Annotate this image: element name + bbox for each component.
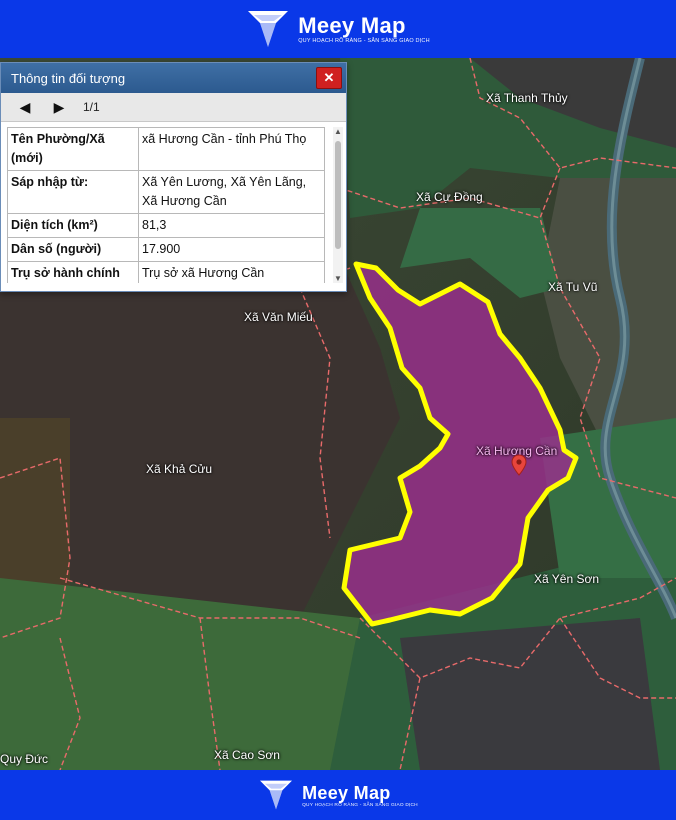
row-value: xã Hương Cần - tỉnh Phú Thọ (138, 127, 325, 171)
scroll-down-icon[interactable]: ▼ (334, 274, 342, 283)
map-label-thanh-thuy: Xã Thanh Thủy (486, 91, 568, 105)
row-value: Trụ sở xã Hương Cần (138, 261, 325, 283)
row-key: Diện tích (km²) (7, 213, 139, 238)
next-arrow-icon[interactable]: ▶ (49, 97, 69, 117)
panel-pagination: ◀ ▶ 1/1 (1, 93, 346, 122)
map-label-cu-dong: Xã Cự Đồng (416, 190, 483, 204)
map-label-kha-cuu: Xã Khả Cửu (146, 462, 213, 476)
close-button[interactable]: ✕ (316, 67, 342, 89)
panel-title: Thông tin đối tượng (11, 70, 126, 86)
map-label-cao-son: Xã Cao Sơn (214, 748, 280, 762)
brand-logo[interactable]: Meey Map QUY HOẠCH RÕ RÀNG - SẴN SÀNG GI… (246, 9, 430, 49)
brand-name: Meey Map (298, 13, 406, 38)
scroll-up-icon[interactable]: ▲ (334, 127, 342, 136)
info-table: Tên Phường/Xã (mới) xã Hương Cần - tỉnh … (7, 127, 325, 283)
header-brand-bar: Meey Map QUY HOẠCH RÕ RÀNG - SẴN SÀNG GI… (0, 0, 676, 58)
meey-logo-icon (248, 11, 289, 47)
table-row: Diện tích (km²) 81,3 (7, 213, 325, 238)
brand-tagline: QUY HOẠCH RÕ RÀNG - SẴN SÀNG GIAO DỊCH (302, 802, 418, 808)
prev-arrow-icon[interactable]: ◀ (15, 97, 35, 117)
map-label-yen-son: Xã Yên Sơn (534, 572, 600, 586)
object-info-panel: Thông tin đối tượng ✕ ◀ ▶ 1/1 Tên Phường… (0, 62, 347, 292)
row-value: Xã Yên Lương, Xã Yên Lãng, Xã Hương Cần (138, 170, 325, 214)
row-value: 17.900 (138, 237, 325, 262)
brand-name: Meey Map (302, 782, 391, 803)
table-row: Dân số (người) 17.900 (7, 237, 325, 262)
scroll-thumb[interactable] (335, 141, 341, 249)
brand-tagline: QUY HOẠCH RÕ RÀNG - SẴN SÀNG GIAO DỊCH (298, 38, 430, 44)
table-row: Trụ sở hành chính (mới) Trụ sở xã Hương … (7, 261, 325, 283)
row-key: Trụ sở hành chính (mới) (7, 261, 139, 283)
row-key: Sáp nhập từ: (7, 170, 139, 214)
meey-logo-icon (260, 780, 293, 810)
panel-header: Thông tin đối tượng ✕ (1, 63, 346, 93)
table-row: Sáp nhập từ: Xã Yên Lương, Xã Yên Lãng, … (7, 170, 325, 214)
row-key: Dân số (người) (7, 237, 139, 262)
panel-content[interactable]: Tên Phường/Xã (mới) xã Hương Cần - tỉnh … (7, 127, 329, 283)
map-label-tu-vu: Xã Tu Vũ (548, 280, 598, 294)
page-counter: 1/1 (83, 100, 100, 114)
row-key: Tên Phường/Xã (mới) (7, 127, 139, 171)
map-label-quy-duc: Quy Đức (0, 752, 49, 766)
footer-brand-bar: Meey Map QUY HOẠCH RÕ RÀNG - SẴN SÀNG GI… (0, 770, 676, 820)
row-value: 81,3 (138, 213, 325, 238)
location-pin-icon[interactable] (511, 454, 527, 476)
panel-scrollbar[interactable]: ▲ ▼ (333, 127, 343, 283)
brand-logo-footer[interactable]: Meey Map QUY HOẠCH RÕ RÀNG - SẴN SÀNG GI… (258, 779, 418, 811)
table-row: Tên Phường/Xã (mới) xã Hương Cần - tỉnh … (7, 127, 325, 171)
map-label-van-mieu: Xã Văn Miếu (244, 310, 313, 324)
